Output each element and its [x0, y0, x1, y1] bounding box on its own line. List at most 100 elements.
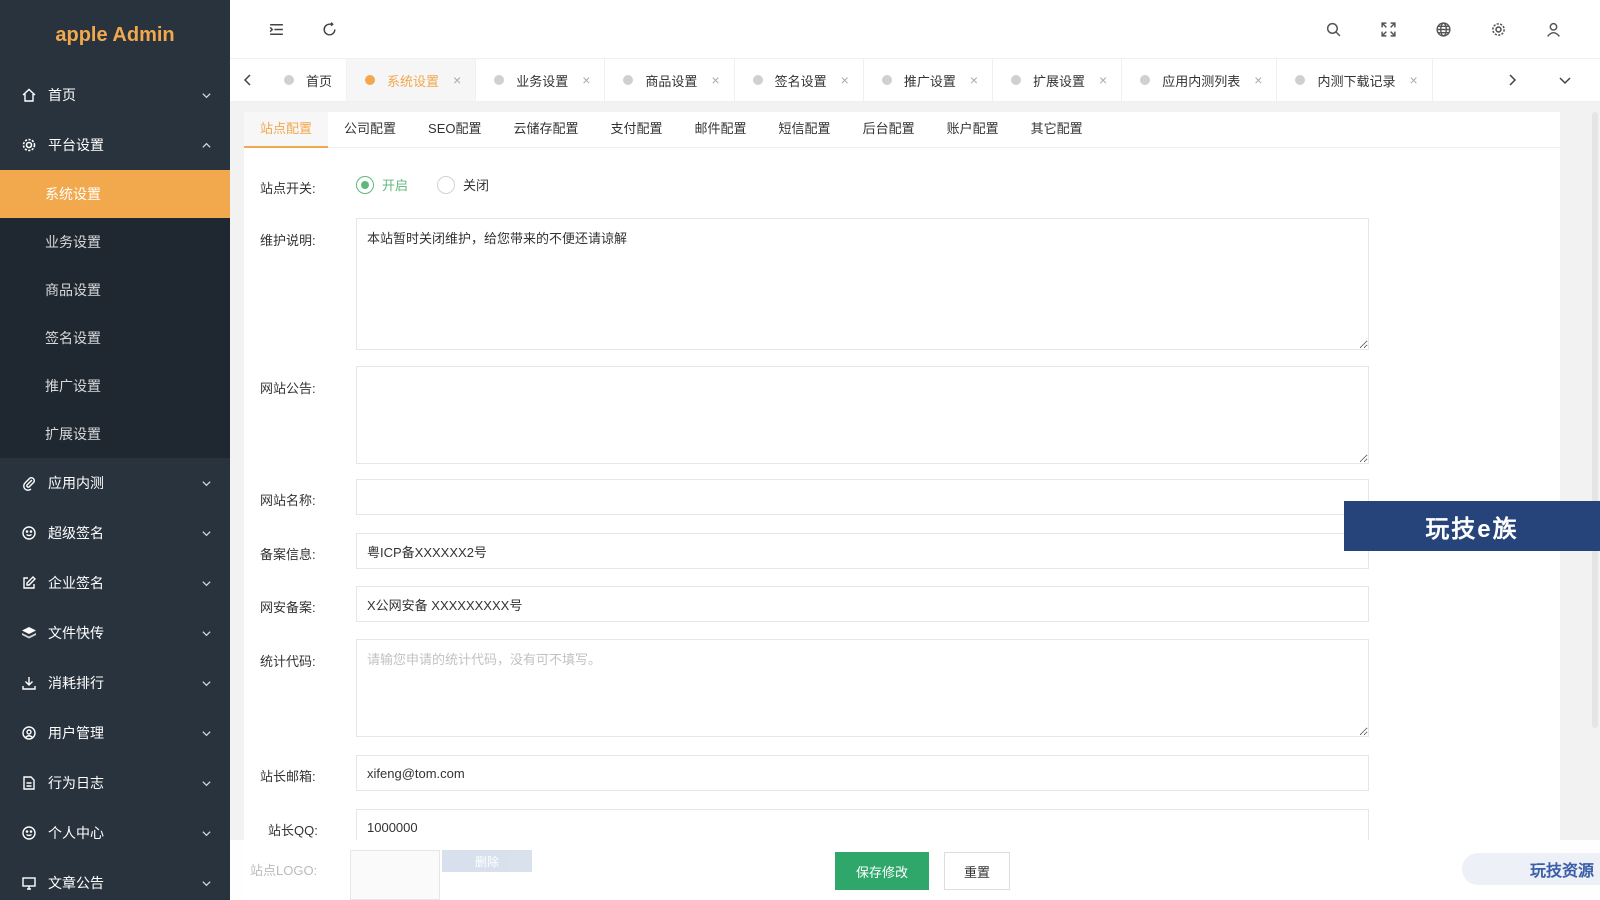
radio-circle [437, 175, 455, 194]
sidebar-item-platform-settings[interactable]: 平台设置 [0, 120, 230, 170]
fullscreen-icon[interactable] [1377, 18, 1399, 40]
config-tab[interactable]: 站点配置 [244, 112, 329, 148]
sidebar-item-article-notice[interactable]: 文章公告 [0, 858, 230, 900]
tab-label: 推广设置 [903, 73, 956, 89]
tab-close-icon[interactable]: × [711, 72, 719, 88]
sidebar-item-user-management[interactable]: 用户管理 [0, 708, 230, 758]
reset-button[interactable]: 重置 [944, 852, 1010, 890]
icp-input[interactable] [356, 533, 1369, 569]
tabs-scroll-left-icon[interactable] [230, 59, 266, 101]
sidebar-item-super-signature[interactable]: 超级签名 [0, 508, 230, 558]
sidebar-item-personal-center[interactable]: 个人中心 [0, 808, 230, 858]
refresh-icon[interactable] [318, 18, 340, 40]
chevron-down-icon [200, 777, 212, 789]
user-icon[interactable] [1542, 18, 1564, 40]
page-tab[interactable]: 内测下载记录 × [1277, 59, 1433, 101]
config-tab[interactable]: 其它配置 [1015, 112, 1099, 148]
app-logo: apple Admin [55, 24, 175, 46]
tabs-scroll-right-icon[interactable] [1494, 59, 1530, 101]
tab-close-icon[interactable]: × [841, 72, 849, 88]
sidebar-item-extension-settings[interactable]: 扩展设置 [0, 410, 230, 458]
config-tab[interactable]: 后台配置 [847, 112, 931, 148]
tab-dot-icon [752, 75, 763, 85]
sidebar-item-app-beta[interactable]: 应用内测 [0, 458, 230, 508]
chevron-down-icon [200, 527, 212, 539]
icp-label: 备案信息: [260, 547, 316, 562]
sidebar-item-consumption-ranking[interactable]: 消耗排行 [0, 658, 230, 708]
sidebar: apple Admin 首页 平台设置 系统设置 业务设置 商品设置 签名设置 … [0, 0, 230, 900]
page-tab[interactable]: 首页 [266, 59, 348, 101]
police-record-label: 网安备案: [260, 600, 316, 615]
site-switch-off-radio[interactable]: 关闭 [437, 175, 489, 194]
stats-code-textarea[interactable] [356, 639, 1369, 737]
tab-label: 首页 [306, 73, 333, 89]
site-switch-on-radio[interactable]: 开启 [356, 175, 408, 194]
sidebar-item-system-settings[interactable]: 系统设置 [0, 170, 230, 218]
gear-icon [20, 136, 38, 154]
site-switch-label: 站点开关: [260, 181, 316, 196]
admin-email-input[interactable] [356, 755, 1369, 791]
tab-label: 业务设置 [516, 73, 569, 89]
save-button[interactable]: 保存修改 [835, 852, 929, 890]
tab-close-icon[interactable]: × [1254, 72, 1262, 88]
config-tab[interactable]: 邮件配置 [679, 112, 763, 148]
site-logo-preview[interactable] [350, 850, 440, 900]
tabs-dropdown-icon[interactable] [1530, 59, 1600, 101]
tab-close-icon[interactable]: × [1409, 72, 1417, 88]
sidebar-item-product-settings[interactable]: 商品设置 [0, 266, 230, 314]
page-tab[interactable]: 扩展设置 × [993, 59, 1123, 101]
page-tab[interactable]: 业务设置 × [476, 59, 606, 101]
notice-label: 网站公告: [260, 381, 316, 396]
tab-close-icon[interactable]: × [1099, 72, 1107, 88]
page-tab[interactable]: 签名设置 × [735, 59, 864, 101]
config-tab[interactable]: 支付配置 [595, 112, 679, 148]
police-record-input[interactable] [356, 586, 1369, 622]
sidebar-item-behavior-log[interactable]: 行为日志 [0, 758, 230, 808]
menu-toggle-icon[interactable] [265, 18, 287, 40]
config-tab[interactable]: 云储存配置 [498, 112, 595, 148]
content-scrollbar[interactable] [1592, 112, 1598, 728]
sidebar-item-label: 首页 [48, 87, 76, 103]
settings-icon[interactable] [1487, 18, 1509, 40]
site-name-input[interactable] [356, 479, 1369, 515]
form-action-bar: 站点LOGO: 删除 保存修改 重置 [230, 840, 1600, 900]
sidebar-item-business-settings[interactable]: 业务设置 [0, 218, 230, 266]
police-record-row: 网安备案: [244, 586, 1444, 624]
page-tab[interactable]: 商品设置 × [605, 59, 735, 101]
tab-dot-icon [1140, 75, 1151, 85]
sidebar-item-file-transfer[interactable]: 文件快传 [0, 608, 230, 658]
admin-email-row: 站长邮箱: [244, 755, 1444, 793]
search-icon[interactable] [1322, 18, 1344, 40]
stats-code-label: 统计代码: [260, 654, 316, 669]
config-tab[interactable]: SEO配置 [412, 112, 497, 148]
edit-icon [20, 574, 38, 592]
page-tab[interactable]: 系统设置 × [347, 59, 477, 101]
chevron-down-icon [200, 577, 212, 589]
radio-circle [356, 175, 374, 194]
config-tab[interactable]: 公司配置 [328, 112, 412, 148]
site-switch-row: 站点开关: 开启 关闭 [244, 174, 1444, 198]
page-tab[interactable]: 推广设置 × [864, 59, 994, 101]
tab-close-icon[interactable]: × [970, 72, 978, 88]
notice-row: 网站公告: [244, 366, 1444, 466]
tab-close-icon[interactable]: × [453, 72, 461, 88]
maintenance-textarea[interactable] [356, 218, 1369, 350]
tab-label: 系统设置 [387, 73, 440, 89]
page-tabs: 首页 系统设置 × 业务设置 × 商品设置 × 签名设置 × 推广设置 × 扩展设置 × 应用内测列表 × 内… [266, 59, 1433, 101]
delete-logo-button[interactable]: 删除 [442, 850, 532, 872]
tab-close-icon[interactable]: × [582, 72, 590, 88]
document-icon [20, 774, 38, 792]
config-tab[interactable]: 短信配置 [763, 112, 847, 148]
sidebar-item-enterprise-signature[interactable]: 企业签名 [0, 558, 230, 608]
chevron-down-icon [200, 677, 212, 689]
globe-icon[interactable] [1432, 18, 1454, 40]
config-tab[interactable]: 账户配置 [931, 112, 1015, 148]
watermark-banner: 玩技e族 [1344, 501, 1600, 551]
tab-dot-icon [284, 75, 294, 85]
notice-textarea[interactable] [356, 366, 1369, 464]
page-tab[interactable]: 应用内测列表 × [1122, 59, 1278, 101]
sidebar-item-home[interactable]: 首页 [0, 70, 230, 120]
sidebar-item-signature-settings[interactable]: 签名设置 [0, 314, 230, 362]
monitor-icon [20, 874, 38, 892]
sidebar-item-promotion-settings[interactable]: 推广设置 [0, 362, 230, 410]
